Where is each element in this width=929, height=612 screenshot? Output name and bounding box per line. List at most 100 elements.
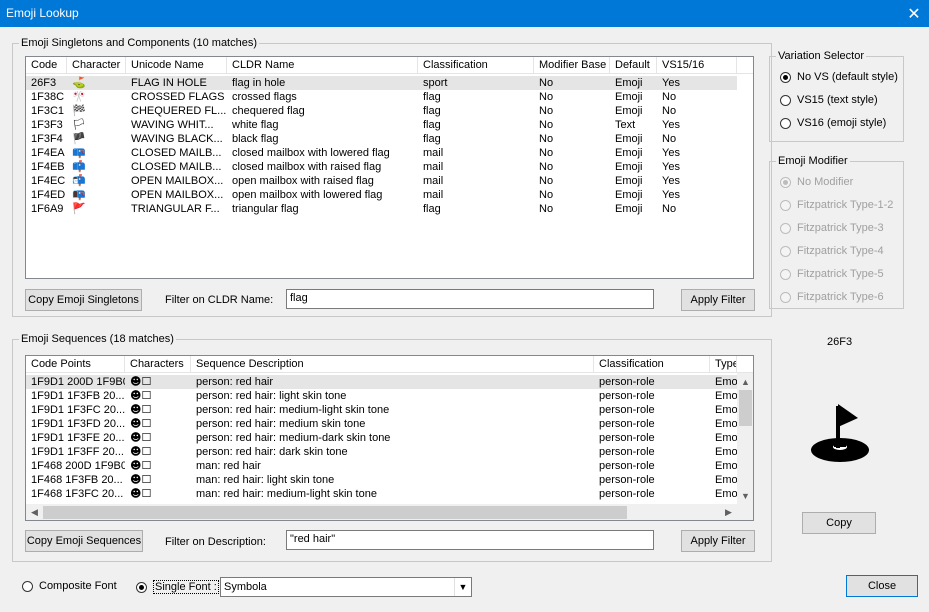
scroll-down-icon[interactable]: ▼ [737, 487, 753, 504]
sequences-col-header[interactable]: Code Points [26, 356, 125, 373]
table-row[interactable]: 1F3F4 🏴 WAVING BLACK... black flag flag No Emo… [26, 132, 737, 146]
singletons-cell: No [539, 119, 554, 131]
scroll-left-icon[interactable]: ◀ [26, 504, 43, 520]
sequences-cell: ☻☐ [130, 459, 152, 472]
singletons-cell: Emoji [615, 189, 643, 201]
sequences-col-header[interactable]: Type [710, 356, 737, 373]
table-row[interactable]: 1F4EA 📪 CLOSED MAILB... closed mailbox with… [26, 146, 737, 160]
copy-preview-button[interactable]: Copy [802, 512, 876, 534]
window-title: Emoji Lookup [6, 6, 79, 20]
singletons-col-header[interactable]: Unicode Name [126, 57, 227, 74]
singletons-col-header[interactable]: Default [610, 57, 657, 74]
singletons-col-header[interactable]: Code [26, 57, 67, 74]
singletons-cell: closed mailbox with raised flag [232, 161, 382, 173]
vs-option[interactable]: VS15 (text style) [780, 94, 878, 106]
composite-font-radio-dot[interactable] [22, 580, 33, 592]
horizontal-scroll-thumb[interactable] [43, 506, 627, 519]
singletons-cell: No [662, 105, 677, 117]
single-font-radio-dot[interactable] [136, 581, 147, 593]
vs-radio-dot[interactable] [780, 117, 791, 129]
title-bar: Emoji Lookup ✕ [0, 0, 929, 27]
table-row[interactable]: 1F3C1 🏁 CHEQUERED FL... chequered flag flag N… [26, 104, 737, 118]
singletons-col-header[interactable]: Modifier Base [534, 57, 610, 74]
singletons-cell: FLAG IN HOLE [131, 77, 207, 89]
table-row[interactable]: 1F468 200D 1F9B0 ☻☐ man: red hair person-ro… [26, 459, 737, 473]
singletons-col-header[interactable]: Classification [418, 57, 534, 74]
close-button[interactable]: Close [846, 575, 918, 597]
close-window-icon[interactable]: ✕ [899, 0, 929, 27]
chevron-down-icon[interactable]: ▼ [454, 578, 471, 596]
sequences-cell: 1F9D1 200D 1F9B0 [31, 376, 125, 388]
singletons-cell: mail [423, 161, 444, 173]
singletons-cell: No [539, 175, 554, 187]
filter-description-input[interactable]: "red hair" [286, 530, 654, 550]
vs-option[interactable]: No VS (default style) [780, 71, 898, 83]
table-row[interactable]: 1F9D1 1F3FB 20... ☻☐ person: red hair: lig… [26, 389, 737, 403]
scroll-right-icon[interactable]: ▶ [720, 504, 737, 520]
table-row[interactable]: 1F9D1 1F3FC 20... ☻☐ person: red hair: med… [26, 403, 737, 417]
single-font-radio[interactable]: Single Font : [136, 580, 219, 594]
modifier-radio-dot [780, 291, 791, 303]
vs-radio-dot[interactable] [780, 71, 791, 83]
singletons-cell: CLOSED MAILB... [131, 161, 222, 173]
table-row[interactable]: 1F9D1 1F3FF 20... ☻☐ person: red hair: dar… [26, 445, 737, 459]
table-row[interactable]: 1F9D1 200D 1F9B0 ☻☐ person: red hair person… [26, 375, 737, 389]
singletons-cell: 📪 [72, 146, 86, 159]
modifier-option-label: Fitzpatrick Type-1-2 [797, 199, 894, 211]
vs-option[interactable]: VS16 (emoji style) [780, 117, 886, 129]
vs-option-label: No VS (default style) [797, 71, 898, 83]
singletons-list[interactable]: Code Character Unicode Name CLDR Name Classi… [25, 56, 754, 279]
copy-emoji-sequences-button[interactable]: Copy Emoji Sequences [25, 530, 143, 552]
singletons-cell: Text [615, 119, 636, 131]
apply-filter-singletons-button[interactable]: Apply Filter [681, 289, 755, 311]
table-row[interactable]: 1F9D1 1F3FE 20... ☻☐ person: red hair: med… [26, 431, 737, 445]
singletons-cell: CLOSED MAILB... [131, 147, 222, 159]
singletons-col-header[interactable]: CLDR Name [227, 57, 418, 74]
sequences-col-header[interactable]: Characters [125, 356, 191, 373]
copy-emoji-singletons-button[interactable]: Copy Emoji Singletons [25, 289, 142, 311]
font-select[interactable]: Symbola ▼ [220, 577, 472, 597]
modifier-option-label: Fitzpatrick Type-4 [797, 245, 884, 257]
sequences-cell: Emo [715, 488, 737, 500]
singletons-cell: 🏴 [72, 132, 86, 145]
modifier-option-label: Fitzpatrick Type-3 [797, 222, 884, 234]
sequences-col-header[interactable]: Sequence Description [191, 356, 594, 373]
modifier-option-label: Fitzpatrick Type-5 [797, 268, 884, 280]
sequences-col-header[interactable]: Classification [594, 356, 710, 373]
singletons-col-header[interactable]: VS15/16 [657, 57, 737, 74]
singletons-cell: TRIANGULAR F... [131, 203, 220, 215]
singletons-cell: flag [423, 203, 441, 215]
table-row[interactable]: 1F38C 🎌 CROSSED FLAGS crossed flags flag No Em… [26, 90, 737, 104]
composite-font-radio[interactable]: Composite Font [22, 580, 117, 592]
font-select-value: Symbola [224, 581, 267, 593]
sequences-cell: 1F9D1 1F3FF 20... [31, 446, 124, 458]
table-row[interactable]: 1F4EB 📫 CLOSED MAILB... closed mailbox with… [26, 160, 737, 174]
table-row[interactable]: 1F4ED 📭 OPEN MAILBOX... open mailbox with l… [26, 188, 737, 202]
singletons-cell: Emoji [615, 105, 643, 117]
apply-filter-sequences-button[interactable]: Apply Filter [681, 530, 755, 552]
table-row[interactable]: 1F468 1F3FC 20... ☻☐ man: red hair: medium… [26, 487, 737, 501]
table-row[interactable]: 1F468 1F3FB 20... ☻☐ man: red hair: light … [26, 473, 737, 487]
sequences-cell: Emo [715, 460, 737, 472]
preview-code: 26F3 [827, 336, 853, 348]
table-row[interactable]: 1F3F3 🏳 WAVING WHIT... white flag flag No Text… [26, 118, 737, 132]
sequences-vertical-scrollbar[interactable]: ▲ ▼ [737, 373, 753, 504]
table-row[interactable]: 1F6A9 🚩 TRIANGULAR F... triangular flag flag… [26, 202, 737, 216]
sequences-horizontal-scrollbar[interactable]: ◀ ▶ [26, 504, 737, 520]
vertical-scroll-thumb[interactable] [739, 390, 752, 426]
table-row[interactable]: 26F3 ⛳ FLAG IN HOLE flag in hole sport No Emoj… [26, 76, 737, 90]
singletons-cell: 1F3F4 [31, 133, 63, 145]
sequences-cell: person-role [599, 432, 655, 444]
filter-cldr-input[interactable]: flag [286, 289, 654, 309]
sequences-cell: 1F468 1F3FB 20... [31, 474, 123, 486]
table-row[interactable]: 1F4EC 📬 OPEN MAILBOX... open mailbox with r… [26, 174, 737, 188]
scroll-up-icon[interactable]: ▲ [737, 373, 753, 390]
vs-radio-dot[interactable] [780, 94, 791, 106]
singletons-col-header[interactable]: Character [67, 57, 126, 74]
singletons-cell: 1F4EA [31, 147, 65, 159]
sequences-cell: Emo [715, 376, 737, 388]
table-row[interactable]: 1F9D1 1F3FD 20... ☻☐ person: red hair: med… [26, 417, 737, 431]
sequences-list[interactable]: Code Points Characters Sequence Descriptio… [25, 355, 754, 521]
singletons-cell: 📫 [72, 160, 86, 173]
modifier-option: Fitzpatrick Type-6 [780, 291, 884, 303]
